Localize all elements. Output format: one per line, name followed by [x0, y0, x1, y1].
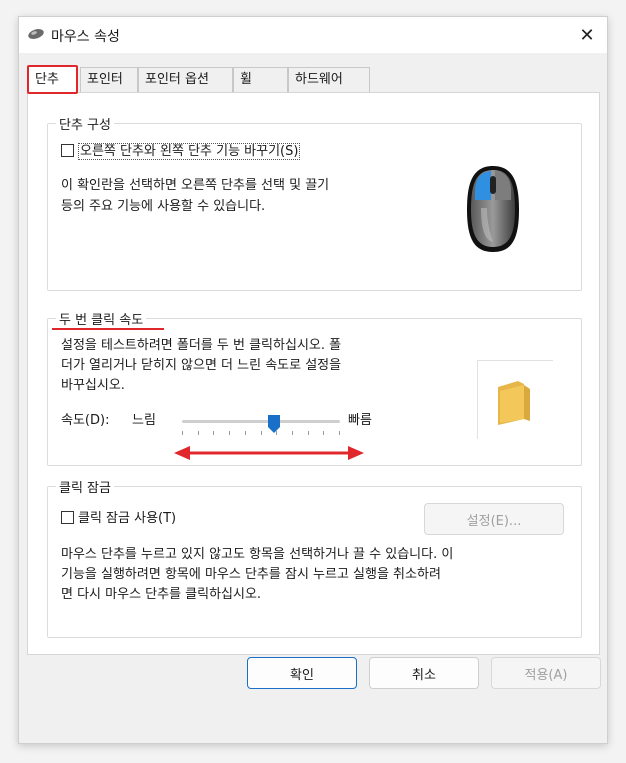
speed-slider-tick: [182, 431, 183, 435]
ok-button[interactable]: 확인: [247, 657, 357, 689]
apply-button[interactable]: 적용(A): [491, 657, 601, 689]
window-title: 마우스 속성: [51, 29, 120, 45]
swap-buttons-label: 오른쪽 단추와 왼쪽 단추 기능 바꾸기(S): [78, 143, 301, 160]
double-arrow-annotation: [174, 446, 364, 460]
button-config-label: 단추 구성: [56, 114, 114, 133]
click-lock-desc-2: 기능을 실행하려면 항목에 마우스 단추를 잠시 누르고 실행을 취소하려: [61, 567, 441, 582]
double-click-desc-1: 설정을 테스트하려면 폴더를 두 번 클릭하십시오. 폴: [61, 338, 342, 353]
button-config-desc-1: 이 확인란을 선택하면 오른쪽 단추를 선택 및 끌기: [61, 178, 330, 193]
click-lock-checkbox[interactable]: 클릭 잠금 사용(T): [61, 509, 176, 529]
slow-label: 느림: [132, 413, 156, 428]
double-click-desc-3: 바꾸십시오.: [61, 378, 125, 393]
tab-buttons[interactable]: 단추: [27, 65, 78, 94]
click-lock-desc-1: 마우스 단추를 누르고 있지 않고도 항목을 선택하거나 끌 수 있습니다. 이: [61, 547, 454, 562]
mouse-app-icon: [27, 28, 45, 44]
click-lock-settings-button[interactable]: 설정(E)...: [424, 503, 564, 535]
speed-slider-tick: [197, 431, 199, 435]
mouse-icon: [467, 166, 519, 252]
double-click-label: 두 번 클릭 속도: [56, 309, 147, 328]
double-click-desc-2: 더가 열리거나 닫히지 않으면 더 느린 속도로 설정을: [61, 358, 342, 373]
double-click-group: 두 번 클릭 속도 설정을 테스트하려면 폴더를 두 번 클릭하십시오. 폴 더…: [47, 309, 582, 466]
button-config-group: 단추 구성 오른쪽 단추와 왼쪽 단추 기능 바꾸기(S) 이 확인란을 선택하…: [47, 114, 582, 291]
mouse-properties-dialog: 마우스 속성 ✕ 단추 포인터 포인터 옵션 휠 하드웨어 단추 구성 오른쪽 …: [18, 16, 608, 744]
speed-slider-thumb[interactable]: [267, 415, 280, 433]
speed-slider[interactable]: [182, 415, 340, 439]
click-lock-checkbox-box[interactable]: [61, 511, 74, 524]
speed-slider-tick: [307, 431, 309, 435]
click-lock-group: 클릭 잠금 클릭 잠금 사용(T) 설정(E)... 마우스 단추를 누르고 있…: [47, 477, 582, 638]
double-click-highlight-underline: [52, 328, 164, 330]
tab-hardware[interactable]: 하드웨어: [288, 67, 370, 93]
click-lock-label: 클릭 잠금: [56, 477, 114, 496]
tab-panel-buttons: 단추 구성 오른쪽 단추와 왼쪽 단추 기능 바꾸기(S) 이 확인란을 선택하…: [27, 92, 600, 655]
button-config-desc-2: 등의 주요 기능에 사용할 수 있습니다.: [61, 199, 266, 214]
close-button[interactable]: ✕: [573, 21, 601, 49]
swap-buttons-checkbox-box[interactable]: [61, 144, 74, 157]
speed-slider-tick: [213, 431, 215, 435]
cancel-button[interactable]: 취소: [369, 657, 479, 689]
swap-buttons-checkbox[interactable]: 오른쪽 단추와 왼쪽 단추 기능 바꾸기(S): [61, 142, 301, 162]
test-folder-area[interactable]: [477, 360, 553, 439]
mouse-image: [419, 130, 566, 285]
close-icon: ✕: [579, 24, 595, 46]
folder-icon: [498, 381, 530, 425]
fast-label: 빠름: [348, 413, 372, 428]
tab-pointers[interactable]: 포인터: [80, 67, 138, 93]
speed-slider-tick: [229, 431, 231, 435]
speed-slider-tick: [323, 431, 325, 435]
title-bar: 마우스 속성 ✕: [19, 17, 607, 53]
speed-slider-tick: [291, 431, 293, 435]
speed-slider-tick: [339, 431, 340, 435]
click-lock-checkbox-label: 클릭 잠금 사용(T): [78, 511, 177, 526]
click-lock-desc-3: 면 다시 마우스 단추를 클릭하십시오.: [61, 587, 262, 602]
tab-pointer-options[interactable]: 포인터 옵션: [138, 67, 233, 93]
speed-slider-track: [182, 420, 340, 423]
tab-wheel[interactable]: 휠: [233, 67, 288, 93]
speed-label: 속도(D):: [61, 413, 110, 428]
speed-slider-tick: [260, 431, 262, 435]
speed-slider-tick: [244, 431, 246, 435]
